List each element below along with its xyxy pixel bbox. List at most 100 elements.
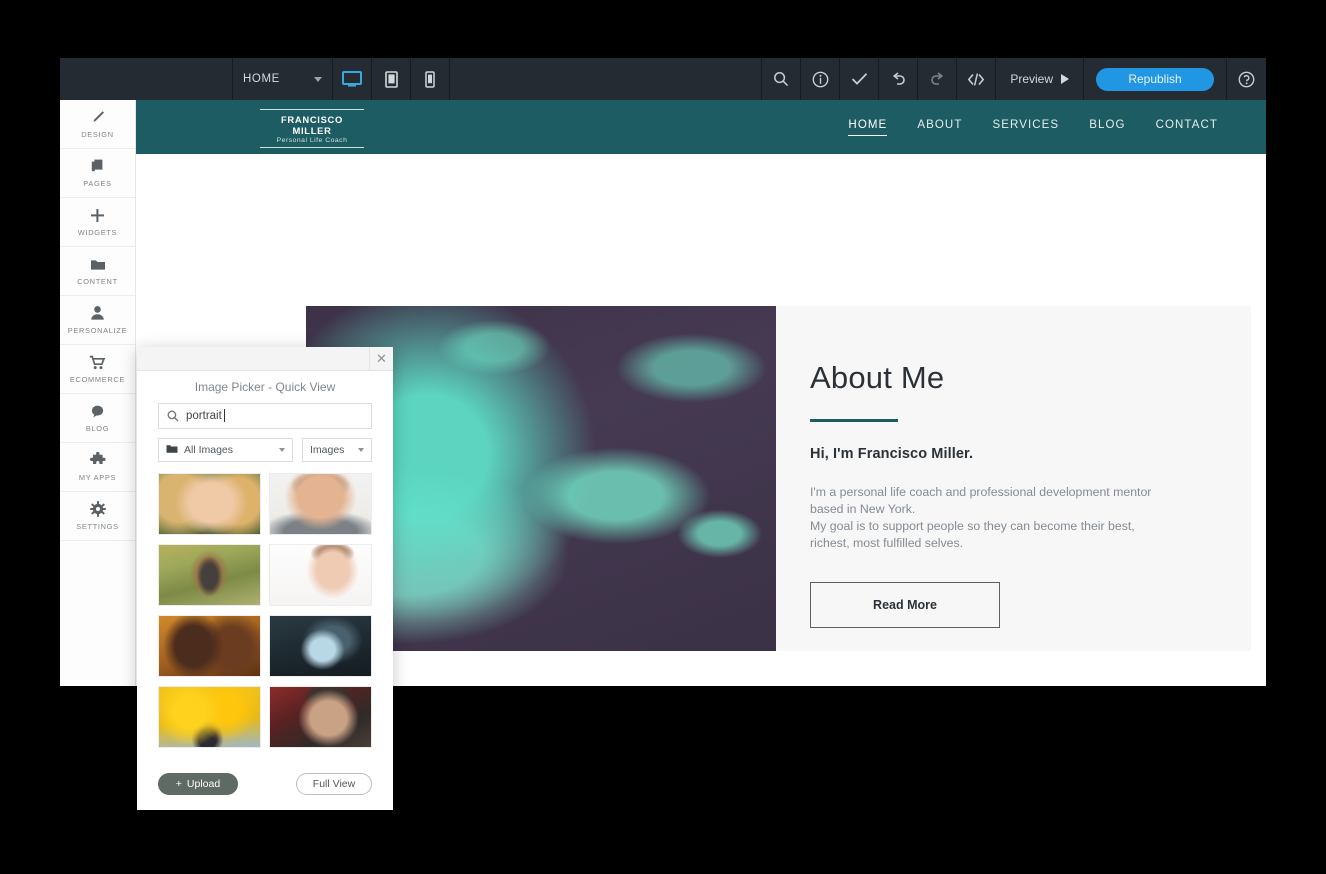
nav-item-home[interactable]: HOME — [848, 119, 888, 136]
about-body-line-1: I'm a personal life coach and profession… — [810, 485, 1152, 499]
chevron-down-icon — [314, 76, 322, 82]
thumbnail-grid — [158, 473, 372, 748]
sidebar-label-settings: SETTINGS — [76, 522, 119, 531]
thumbnail-item[interactable] — [269, 686, 372, 748]
full-view-button[interactable]: Full View — [296, 773, 372, 795]
undo-button[interactable] — [878, 58, 917, 100]
toolbar-center-spacer — [449, 58, 761, 100]
sidebar-label-blog: BLOG — [85, 424, 110, 433]
thumbnail-item[interactable] — [269, 473, 372, 535]
chevron-down-icon — [279, 448, 285, 452]
code-editor-button[interactable] — [956, 58, 995, 100]
sidebar-item-content[interactable]: CONTENT — [60, 247, 135, 296]
left-sidebar: DESIGN PAGES WIDGETS CONTENT PERSONALIZE… — [60, 100, 136, 686]
logo-line-1: FRANCISCO MILLER — [280, 114, 344, 136]
sidebar-item-widgets[interactable]: WIDGETS — [60, 198, 135, 247]
site-logo[interactable]: FRANCISCO MILLER Personal Life Coach — [260, 109, 364, 148]
picker-titlebar: ✕ — [137, 347, 393, 371]
info-button[interactable] — [800, 58, 839, 100]
picker-footer: + Upload Full View — [137, 758, 393, 810]
type-select-label: Images — [310, 444, 345, 456]
sidebar-item-personalize[interactable]: PERSONALIZE — [60, 296, 135, 345]
sidebar-label-content: CONTENT — [77, 277, 118, 286]
top-toolbar: HOME Preview Republish — [60, 58, 1266, 100]
folder-icon — [90, 256, 106, 272]
picker-title: Image Picker - Quick View — [194, 380, 336, 394]
search-icon — [167, 410, 179, 422]
plus-icon — [90, 207, 105, 223]
sidebar-item-blog[interactable]: BLOG — [60, 394, 135, 443]
nav-item-blog[interactable]: BLOG — [1089, 119, 1125, 135]
about-section: About Me Hi, I'm Francisco Miller. I'm a… — [306, 306, 1251, 651]
search-input[interactable]: portrait — [158, 403, 372, 429]
sidebar-item-my-apps[interactable]: MY APPS — [60, 443, 135, 492]
nav-item-services[interactable]: SERVICES — [992, 119, 1059, 135]
puzzle-piece-icon — [89, 452, 106, 468]
page-selector-label: HOME — [243, 73, 280, 85]
sidebar-item-settings[interactable]: SETTINGS — [60, 492, 135, 541]
sidebar-label-widgets: WIDGETS — [77, 228, 118, 237]
search-button[interactable] — [761, 58, 800, 100]
sidebar-label-personalize: PERSONALIZE — [67, 326, 128, 335]
sidebar-item-ecommerce[interactable]: ECOMMERCE — [60, 345, 135, 394]
gear-icon — [89, 501, 106, 517]
plus-icon: + — [175, 778, 182, 790]
sidebar-label-pages: PAGES — [83, 179, 112, 188]
check-icon — [851, 73, 867, 85]
preview-button[interactable]: Preview — [995, 58, 1083, 100]
republish-button[interactable]: Republish — [1096, 67, 1214, 91]
sidebar-label-ecommerce: ECOMMERCE — [69, 375, 126, 384]
thumbnail-item[interactable] — [158, 544, 261, 606]
thumbnail-item[interactable] — [269, 615, 372, 677]
preview-label: Preview — [1010, 72, 1053, 86]
folder-select[interactable]: All Images — [158, 438, 293, 462]
about-body-line-3: My goal is to support people so they can… — [810, 519, 1135, 533]
play-icon — [1061, 74, 1069, 84]
sidebar-item-design[interactable]: DESIGN — [60, 100, 135, 149]
help-button[interactable] — [1226, 58, 1266, 100]
site-header: FRANCISCO MILLER Personal Life Coach HOM… — [136, 100, 1266, 154]
upload-button-label: Upload — [186, 778, 221, 790]
chevron-down-icon — [358, 448, 364, 452]
brush-icon — [89, 109, 106, 125]
about-subtitle: Hi, I'm Francisco Miller. — [810, 446, 974, 462]
device-mobile-button[interactable] — [410, 58, 449, 100]
logo-line-2: Personal Life Coach — [276, 137, 348, 144]
redo-icon — [931, 71, 943, 85]
upload-button[interactable]: + Upload — [158, 773, 238, 795]
mobile-icon — [425, 70, 435, 88]
search-input-value: portrait — [186, 409, 225, 422]
folder-select-label: All Images — [184, 444, 234, 456]
search-icon — [774, 72, 789, 87]
toolbar-left-spacer — [60, 58, 232, 100]
thumbnail-item[interactable] — [158, 686, 261, 748]
device-tablet-button[interactable] — [371, 58, 410, 100]
close-icon[interactable]: ✕ — [369, 347, 393, 371]
type-select[interactable]: Images — [302, 438, 372, 462]
redo-button[interactable] — [917, 58, 956, 100]
read-more-button[interactable]: Read More — [810, 582, 1000, 628]
picker-filter-row: All Images Images — [158, 438, 372, 462]
about-body: I'm a personal life coach and profession… — [810, 484, 1251, 552]
page-selector[interactable]: HOME — [232, 58, 332, 100]
sidebar-label-design: DESIGN — [81, 130, 114, 139]
thumbnail-item[interactable] — [269, 544, 372, 606]
page-title: About Me — [810, 360, 945, 395]
site-navigation: HOME ABOUT SERVICES BLOG CONTACT — [848, 119, 1218, 136]
thumbnail-item[interactable] — [158, 473, 261, 535]
desktop-icon — [342, 71, 362, 87]
chat-bubble-icon — [90, 403, 105, 419]
nav-item-about[interactable]: ABOUT — [917, 119, 962, 135]
device-desktop-button[interactable] — [332, 58, 371, 100]
title-accent-rule — [810, 419, 898, 422]
tablet-icon — [384, 70, 398, 88]
undo-icon — [892, 71, 905, 85]
save-check-button[interactable] — [839, 58, 878, 100]
pages-icon — [90, 158, 106, 174]
code-brackets-icon — [968, 72, 985, 86]
thumbnail-item[interactable] — [158, 615, 261, 677]
sidebar-item-pages[interactable]: PAGES — [60, 149, 135, 198]
nav-item-contact[interactable]: CONTACT — [1156, 119, 1218, 135]
folder-icon — [166, 444, 178, 457]
about-copy: About Me Hi, I'm Francisco Miller. I'm a… — [776, 306, 1251, 651]
